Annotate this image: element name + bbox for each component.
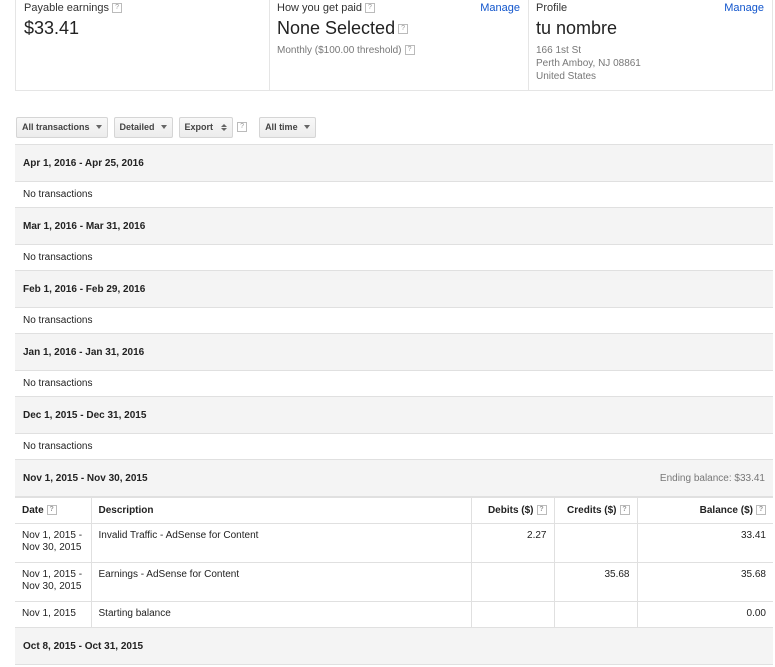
help-icon[interactable]: ? xyxy=(536,505,547,516)
period-title: Feb 1, 2016 - Feb 29, 2016 xyxy=(23,283,146,295)
transactions-toolbar: All transactions Detailed Export ? All t… xyxy=(16,116,322,138)
period-header: Jan 1, 2016 - Jan 31, 2016 xyxy=(15,334,773,371)
payable-earnings-value: $33.41 xyxy=(24,18,80,38)
help-icon[interactable]: ? xyxy=(619,505,630,516)
period-title: Oct 8, 2015 - Oct 31, 2015 xyxy=(23,640,144,652)
chevron-down-icon xyxy=(95,125,102,129)
cell-date: Nov 1, 2015 - Nov 30, 2015 xyxy=(15,562,92,602)
cell-balance: 35.68 xyxy=(636,562,773,602)
help-icon[interactable]: ? xyxy=(756,505,766,516)
cell-description: Invalid Traffic - AdSense for Content xyxy=(90,523,472,563)
cell-credit: 35.68 xyxy=(553,562,638,602)
transactions-table: Date? Description Debits ($)? Credits ($… xyxy=(15,497,773,628)
profile-name: tu nombre xyxy=(536,18,618,38)
cell-date: Nov 1, 2015 - Nov 30, 2015 xyxy=(15,523,92,563)
earnings-summary: Payable earnings? $33.41 How you get pai… xyxy=(15,0,773,91)
period-header: Oct 8, 2015 - Oct 31, 2015 xyxy=(15,628,773,665)
period-title: Jan 1, 2016 - Jan 31, 2016 xyxy=(23,346,145,358)
profile-address: 166 1st St Perth Amboy, NJ 08861 United … xyxy=(536,44,772,83)
table-row: Nov 1, 2015 - Nov 30, 2015 Invalid Traff… xyxy=(15,523,773,563)
cell-balance: 0.00 xyxy=(636,601,773,628)
column-header-balance[interactable]: Balance ($)? xyxy=(636,497,773,524)
period-header: Feb 1, 2016 - Feb 29, 2016 xyxy=(15,271,773,308)
column-header-date[interactable]: Date? xyxy=(15,497,92,524)
help-icon[interactable]: ? xyxy=(112,3,123,14)
address-line: 166 1st St xyxy=(536,45,582,56)
cell-credit xyxy=(553,601,638,628)
transactions-filter-dropdown[interactable]: All transactions xyxy=(16,116,108,138)
cell-description: Earnings - AdSense for Content xyxy=(90,562,472,602)
export-select[interactable]: Export xyxy=(178,116,234,138)
payment-threshold: Monthly ($100.00 threshold)? xyxy=(277,44,528,57)
help-icon[interactable]: ? xyxy=(404,45,415,56)
date-range-dropdown[interactable]: All time xyxy=(259,116,316,138)
payable-earnings-label: Payable earnings? xyxy=(24,2,269,14)
ending-balance: Ending balance: $33.41 xyxy=(659,472,765,484)
no-transactions-row: No transactions xyxy=(15,182,773,208)
period-header: Apr 1, 2016 - Apr 25, 2016 xyxy=(15,145,773,182)
chevron-down-icon xyxy=(160,125,167,129)
column-header-debits[interactable]: Debits ($)? xyxy=(470,497,555,524)
no-transactions-row: No transactions xyxy=(15,308,773,334)
column-header-description[interactable]: Description xyxy=(90,497,472,524)
cell-date: Nov 1, 2015 xyxy=(15,601,92,628)
help-icon[interactable]: ? xyxy=(237,122,248,132)
detail-level-dropdown[interactable]: Detailed xyxy=(113,116,173,138)
help-icon[interactable]: ? xyxy=(365,3,375,14)
cell-balance: 33.41 xyxy=(636,523,773,563)
help-icon[interactable]: ? xyxy=(398,24,409,35)
address-line: Perth Amboy, NJ 08861 xyxy=(536,58,641,69)
cell-debit xyxy=(470,562,555,602)
address-line: United States xyxy=(536,71,597,82)
payable-earnings-card: Payable earnings? $33.41 xyxy=(16,0,269,90)
cell-debit: 2.27 xyxy=(470,523,555,563)
table-header-row: Date? Description Debits ($)? Credits ($… xyxy=(15,497,773,524)
manage-profile-link[interactable]: Manage xyxy=(724,2,764,14)
transactions-list: Apr 1, 2016 - Apr 25, 2016 No transactio… xyxy=(15,144,773,665)
table-row: Nov 1, 2015 Starting balance 0.00 xyxy=(15,601,773,628)
period-header: Dec 1, 2015 - Dec 31, 2015 xyxy=(15,397,773,434)
no-transactions-row: No transactions xyxy=(15,371,773,397)
cell-description: Starting balance xyxy=(90,601,472,628)
up-down-arrows-icon xyxy=(221,123,228,131)
profile-card: Profile Manage tu nombre 166 1st St Pert… xyxy=(528,0,772,90)
period-header: Nov 1, 2015 - Nov 30, 2015 Ending balanc… xyxy=(15,460,773,497)
help-icon[interactable]: ? xyxy=(46,505,57,516)
period-title: Mar 1, 2016 - Mar 31, 2016 xyxy=(23,220,146,232)
period-title: Apr 1, 2016 - Apr 25, 2016 xyxy=(23,157,144,169)
payment-method-card: How you get paid? Manage None Selected? … xyxy=(269,0,528,90)
period-title: Nov 1, 2015 - Nov 30, 2015 xyxy=(23,472,148,484)
column-header-credits[interactable]: Credits ($)? xyxy=(553,497,638,524)
no-transactions-row: No transactions xyxy=(15,245,773,271)
chevron-down-icon xyxy=(303,125,310,129)
cell-credit xyxy=(553,523,638,563)
table-row: Nov 1, 2015 - Nov 30, 2015 Earnings - Ad… xyxy=(15,562,773,602)
manage-payment-link[interactable]: Manage xyxy=(480,2,520,14)
period-header: Mar 1, 2016 - Mar 31, 2016 xyxy=(15,208,773,245)
no-transactions-row: No transactions xyxy=(15,434,773,460)
payment-method-value: None Selected? xyxy=(277,18,528,38)
period-title: Dec 1, 2015 - Dec 31, 2015 xyxy=(23,409,147,421)
cell-debit xyxy=(470,601,555,628)
